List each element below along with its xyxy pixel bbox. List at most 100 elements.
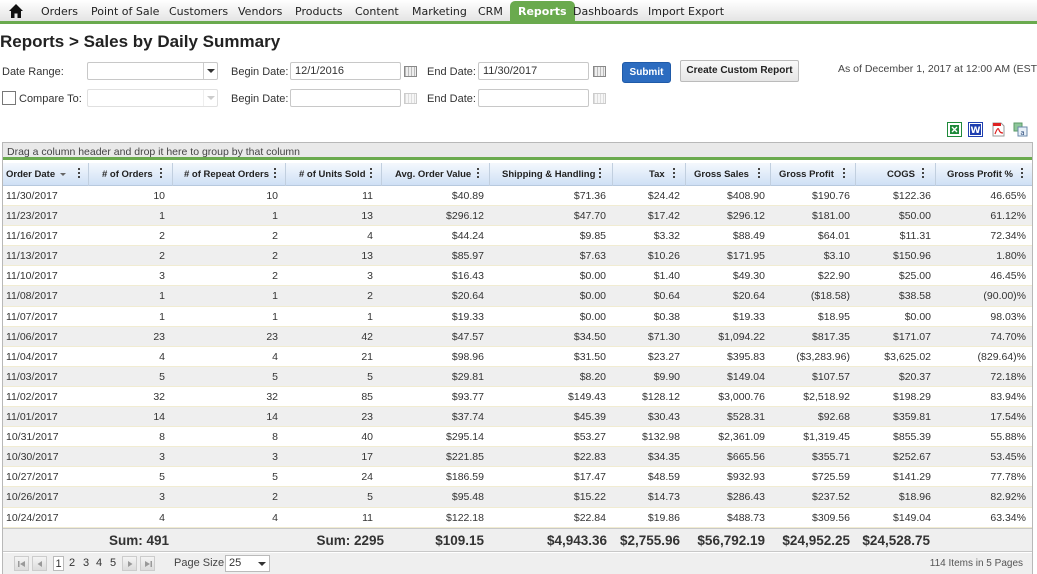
- nav-content[interactable]: Content: [355, 5, 399, 18]
- total-units: Sum: 2295: [316, 533, 384, 548]
- cell-order-date: 11/04/2017: [6, 350, 58, 363]
- page-3[interactable]: 3: [83, 556, 89, 571]
- page-5[interactable]: 5: [110, 556, 116, 571]
- table-row[interactable]: 10/27/2017 5 5 24 $186.59 $17.47 $48.59 $932.93…: [3, 467, 1032, 488]
- table-row[interactable]: 11/04/2017 4 4 21 $98.96 $31.50 $23.27 $395.83 (…: [3, 347, 1032, 367]
- table-row[interactable]: 11/23/2017 1 1 13 $296.12 $47.70 $17.42 $296.12…: [3, 206, 1032, 227]
- column-menu-icon[interactable]: [672, 168, 676, 180]
- table-row[interactable]: 11/16/2017 2 2 4 $44.24 $9.85 $3.32 $88.49 $64.0…: [3, 226, 1032, 247]
- nav-customers[interactable]: Customers: [169, 5, 228, 18]
- column-menu-icon[interactable]: [1020, 168, 1024, 180]
- cell-units-sold: 42: [361, 330, 373, 343]
- as-of-timestamp: As of December 1, 2017 at 12:00 AM (EST): [838, 63, 1037, 75]
- cell-repeat-orders: 5: [272, 471, 278, 484]
- column-header-gross-profit[interactable]: Gross Profit: [771, 163, 856, 186]
- prev-page-button[interactable]: [32, 556, 47, 571]
- table-row[interactable]: 11/02/2017 32 32 85 $93.77 $149.43 $128.12 $3,0…: [3, 387, 1032, 408]
- column-menu-icon[interactable]: [842, 168, 846, 180]
- page-1[interactable]: 1: [53, 556, 64, 571]
- table-row[interactable]: 11/08/2017 1 1 2 $20.64 $0.00 $0.64 $20.64 ($18.…: [3, 286, 1032, 307]
- column-header-units-sold[interactable]: # of Units Sold: [286, 163, 382, 186]
- cell-shipping-handling: $0.00: [579, 290, 606, 303]
- pdf-icon[interactable]: [991, 122, 1006, 137]
- cell-avg-order-value: $44.24: [451, 230, 484, 243]
- page-4[interactable]: 4: [96, 556, 102, 571]
- nav-crm[interactable]: CRM: [478, 5, 503, 18]
- column-menu-icon[interactable]: [159, 168, 163, 180]
- group-by-dropzone[interactable]: Drag a column header and drop it here to…: [3, 143, 1032, 160]
- compare-to-label: Compare To:: [19, 93, 82, 105]
- column-menu-icon[interactable]: [476, 168, 480, 180]
- column-header-label: # of Repeat Orders: [184, 169, 269, 180]
- nav-products[interactable]: Products: [295, 5, 343, 18]
- csv-icon[interactable]: a: [1013, 122, 1028, 137]
- table-row[interactable]: 10/26/2017 3 2 5 $95.48 $15.22 $14.73 $286.43 $2…: [3, 487, 1032, 508]
- cell-repeat-orders: 8: [272, 431, 278, 444]
- table-row[interactable]: 11/13/2017 2 2 13 $85.97 $7.63 $10.26 $171.95 $3…: [3, 246, 1032, 267]
- cell-gross-sales: $88.49: [732, 230, 765, 243]
- last-page-button[interactable]: [140, 556, 155, 571]
- date-range-select[interactable]: [87, 62, 218, 80]
- begin-date-input[interactable]: 12/1/2016: [290, 62, 401, 80]
- column-header-cogs[interactable]: COGS: [856, 163, 936, 186]
- submit-button[interactable]: Submit: [622, 62, 671, 83]
- chevron-down-icon[interactable]: [203, 63, 217, 79]
- excel-icon[interactable]: [947, 122, 962, 137]
- table-row[interactable]: 10/24/2017 4 4 11 $122.18 $22.84 $19.86 $488.73…: [3, 508, 1032, 528]
- column-menu-icon[interactable]: [757, 168, 761, 180]
- table-row[interactable]: 10/30/2017 3 3 17 $221.85 $22.83 $34.35 $665.56…: [3, 447, 1032, 468]
- cell-orders: 2: [159, 250, 165, 263]
- column-menu-icon[interactable]: [77, 168, 81, 180]
- compare-begin-date-input[interactable]: [290, 89, 401, 107]
- table-row[interactable]: 11/07/2017 1 1 1 $19.33 $0.00 $0.38 $19.33 $18.9…: [3, 307, 1032, 327]
- create-custom-report-button[interactable]: Create Custom Report: [680, 60, 799, 82]
- compare-end-date-input[interactable]: [478, 89, 589, 107]
- page-2[interactable]: 2: [69, 556, 75, 571]
- compare-to-checkbox[interactable]: [2, 91, 16, 105]
- first-page-button[interactable]: [14, 556, 29, 571]
- table-row[interactable]: 11/06/2017 23 23 42 $47.57 $34.50 $71.30 $1,094…: [3, 326, 1032, 347]
- column-menu-icon[interactable]: [369, 168, 373, 180]
- table-row[interactable]: 11/03/2017 5 5 5 $29.81 $8.20 $9.90 $149.04 $107…: [3, 366, 1032, 387]
- table-row[interactable]: 10/31/2017 8 8 40 $295.14 $53.27 $132.98 $2,361…: [3, 427, 1032, 448]
- nav-orders[interactable]: Orders: [41, 5, 78, 18]
- column-menu-icon[interactable]: [598, 168, 602, 180]
- table-row[interactable]: 11/01/2017 14 14 23 $37.74 $45.39 $30.43 $528.3…: [3, 407, 1032, 428]
- begin-date-label: Begin Date:: [231, 66, 289, 78]
- cell-tax: $23.27: [647, 350, 680, 363]
- nav-marketing[interactable]: Marketing: [412, 5, 467, 18]
- home-icon[interactable]: [8, 3, 24, 19]
- column-menu-icon[interactable]: [921, 168, 925, 180]
- end-date-input[interactable]: 11/30/2017: [478, 62, 589, 80]
- column-header-orders[interactable]: # of Orders: [89, 163, 173, 186]
- chevron-down-icon[interactable]: [203, 90, 217, 106]
- column-header-shipping-handling[interactable]: Shipping & Handling: [490, 163, 613, 186]
- table-row[interactable]: 11/10/2017 3 2 3 $16.43 $0.00 $1.40 $49.30 $22.9…: [3, 266, 1032, 287]
- chevron-down-icon[interactable]: [255, 556, 269, 572]
- cell-avg-order-value: $85.97: [451, 250, 484, 263]
- column-header-gross-profit-pct[interactable]: Gross Profit %: [936, 163, 1032, 186]
- compare-to-select[interactable]: [87, 89, 218, 107]
- word-icon[interactable]: W: [968, 122, 983, 137]
- cell-gross-profit-pct: 83.94%: [990, 390, 1026, 403]
- page-size-select[interactable]: 25: [225, 555, 270, 572]
- calendar-icon[interactable]: [404, 66, 417, 77]
- column-header-gross-sales[interactable]: Gross Sales: [686, 163, 771, 186]
- cell-shipping-handling: $0.00: [579, 270, 606, 283]
- cell-orders: 1: [159, 290, 165, 303]
- nav-import-export[interactable]: Import Export: [648, 5, 724, 18]
- column-header-repeat-orders[interactable]: # of Repeat Orders: [173, 163, 286, 186]
- calendar-icon[interactable]: [593, 93, 606, 104]
- column-header-order-date[interactable]: Order Date: [3, 163, 89, 186]
- nav-reports[interactable]: Reports: [510, 1, 575, 23]
- nav-dashboards[interactable]: Dashboards: [573, 5, 638, 18]
- calendar-icon[interactable]: [404, 93, 417, 104]
- column-header-avg-order-value[interactable]: Avg. Order Value: [382, 163, 490, 186]
- table-row[interactable]: 11/30/2017 10 10 11 $40.89 $71.36 $24.42 $408.9…: [3, 186, 1032, 207]
- nav-vendors[interactable]: Vendors: [238, 5, 282, 18]
- calendar-icon[interactable]: [593, 66, 606, 77]
- column-header-tax[interactable]: Tax: [613, 163, 686, 186]
- nav-point-of-sale[interactable]: Point of Sale: [91, 5, 159, 18]
- column-menu-icon[interactable]: [273, 168, 277, 180]
- next-page-button[interactable]: [122, 556, 137, 571]
